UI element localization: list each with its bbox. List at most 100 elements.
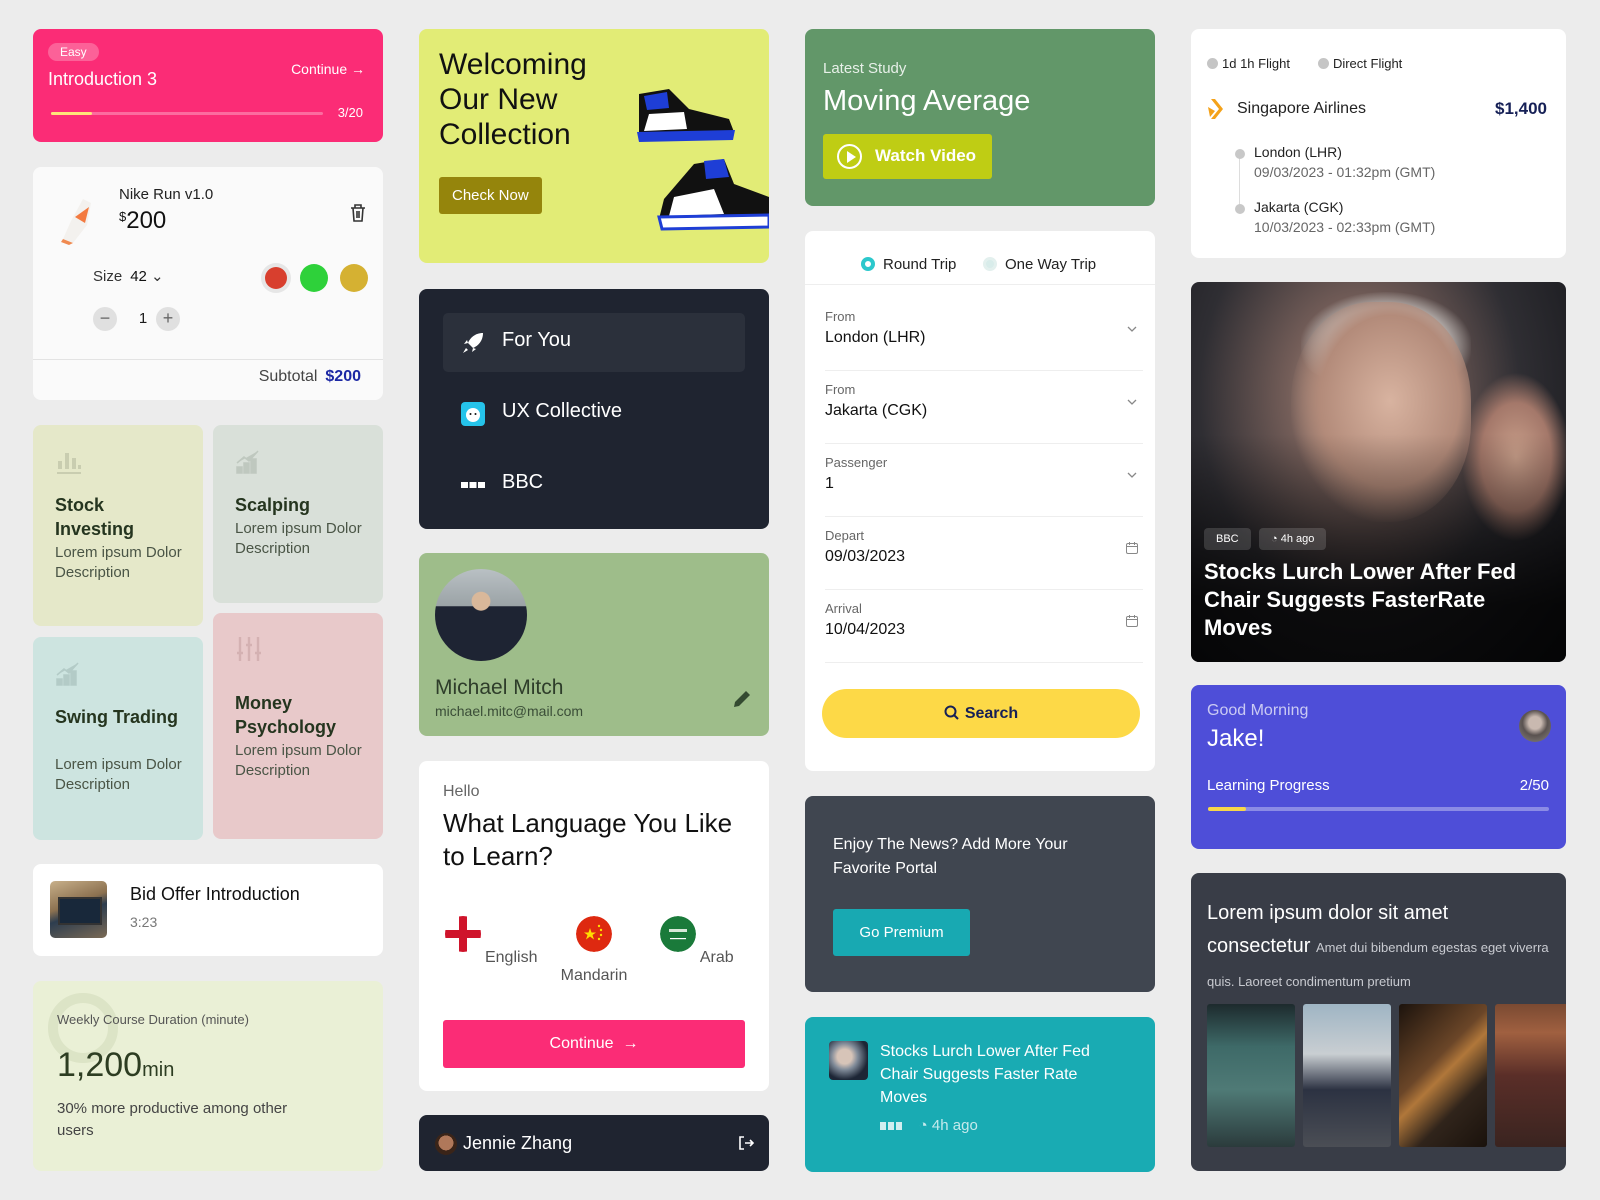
subtotal: Subtotal $200 <box>258 368 361 385</box>
collection-banner: Welcoming Our New Collection Check Now <box>419 29 769 263</box>
lesson-progress-bar <box>51 112 323 115</box>
bar-chart-icon <box>57 453 81 474</box>
check-now-button[interactable]: Check Now <box>439 177 542 214</box>
sneaker-image <box>657 159 769 231</box>
china-flag-icon <box>576 916 612 952</box>
product-name: Nike Run v1.0 <box>119 186 214 203</box>
language-question: What Language You Like to Learn? <box>443 808 733 871</box>
continue-link[interactable]: Continue → <box>291 61 365 77</box>
gallery-photo[interactable] <box>1495 1004 1566 1147</box>
video-title: Bid Offer Introduction <box>130 884 300 904</box>
language-option-mandarin[interactable]: Mandarin <box>544 916 644 985</box>
lesson-progress-card: Easy Introduction 3 Continue → 3/20 <box>33 29 383 142</box>
news-thumbnail <box>829 1041 868 1080</box>
gallery-text: Lorem ipsum dolor sit amet consectetur A… <box>1207 902 1549 989</box>
weekly-duration-card: Weekly Course Duration (minute) 1,200min… <box>33 981 383 1171</box>
portal-item-bbc[interactable]: BBC <box>443 455 745 514</box>
profile-avatar <box>435 569 527 661</box>
learning-progress-bar <box>1208 807 1549 811</box>
study-label: Latest Study <box>823 60 907 77</box>
gallery-photo[interactable] <box>1303 1004 1391 1147</box>
size-selector[interactable]: Size 42 ⌄ <box>93 267 164 285</box>
increase-quantity-button[interactable]: + <box>156 307 180 331</box>
color-swatch-red[interactable] <box>265 267 287 289</box>
flight-search-form: Round Trip One Way Trip From London (LHR)… <box>805 231 1155 771</box>
passenger-field[interactable]: Passenger 1 <box>825 445 1143 517</box>
weekly-note: 30% more productive among other users <box>57 1100 288 1139</box>
from-field[interactable]: From London (LHR) <box>825 299 1143 371</box>
clock-icon <box>1207 58 1218 69</box>
portal-item-ux-collective[interactable]: UX Collective <box>443 384 745 443</box>
radio-round-trip[interactable]: Round Trip <box>861 256 956 273</box>
decrease-quantity-button[interactable]: − <box>93 307 117 331</box>
video-duration: 3:23 <box>130 914 158 930</box>
sliders-icon <box>237 637 261 661</box>
video-lesson-item[interactable]: Bid Offer Introduction 3:23 <box>33 864 383 956</box>
bbc-logo <box>880 1122 902 1130</box>
color-swatch-yellow[interactable] <box>340 264 368 292</box>
gallery-photo[interactable] <box>1207 1004 1295 1147</box>
weekly-value: 1,200min <box>57 1046 175 1084</box>
news-portal-menu: For You UX Collective BBC <box>419 289 769 529</box>
bbc-logo <box>461 482 485 488</box>
collection-headline: Welcoming Our New Collection <box>439 48 587 151</box>
progress-count: 2/50 <box>1519 777 1549 794</box>
england-flag-icon <box>444 916 481 952</box>
sneaker-image <box>637 89 735 142</box>
premium-text: Enjoy The News? Add More Your Favorite P… <box>833 836 1068 877</box>
portal-item-for-you[interactable]: For You <box>443 313 745 372</box>
language-option-english[interactable]: English <box>441 916 541 967</box>
difficulty-badge: Easy <box>48 43 99 61</box>
news-meta: ◔ 4h ago <box>880 1117 978 1134</box>
featured-news-card[interactable]: BBC ◔ 4h ago Stocks Lurch Lower After Fe… <box>1191 282 1566 662</box>
user-avatar <box>435 1133 457 1155</box>
watch-video-button[interactable]: Watch Video <box>823 134 992 179</box>
gallery-photo[interactable] <box>1399 1004 1487 1147</box>
learning-greeting-card: Good Morning Jake! Learning Progress 2/5… <box>1191 685 1566 849</box>
salutation: Good Morning <box>1207 702 1309 719</box>
chevron-down-icon <box>1127 399 1137 405</box>
latest-study-card: Latest Study Moving Average Watch Video <box>805 29 1155 206</box>
cart-item-card: Nike Run v1.0 $200 Size 42 ⌄ − 1 + Subtot… <box>33 167 383 400</box>
radio-one-way-trip[interactable]: One Way Trip <box>983 256 1096 273</box>
edit-pencil-icon[interactable] <box>731 688 753 710</box>
user-name: Jennie Zhang <box>463 1133 573 1153</box>
topic-card-money-psychology[interactable]: Money Psychology Lorem ipsum Dolor Descr… <box>213 613 383 839</box>
chevron-down-icon <box>1127 326 1137 332</box>
topic-card-swing-trading[interactable]: Swing Trading Lorem ipsum Dolor Descript… <box>33 637 203 840</box>
depart-date-field[interactable]: Depart 09/03/2023 <box>825 518 1143 590</box>
growth-chart-icon <box>56 662 79 686</box>
growth-chart-icon <box>236 450 259 474</box>
topic-card-scalping[interactable]: Scalping Lorem ipsum Dolor Description <box>213 425 383 603</box>
product-price: $200 <box>119 207 167 234</box>
language-picker-card: Hello What Language You Like to Learn? E… <box>419 761 769 1091</box>
color-swatch-green[interactable] <box>300 264 328 292</box>
lesson-progress-fill <box>51 112 92 115</box>
learning-progress-fill <box>1208 807 1246 811</box>
study-title: Moving Average <box>823 85 1031 117</box>
saudi-flag-icon <box>660 916 697 952</box>
featured-news-title: Stocks Lurch Lower After Fed Chair Sugge… <box>1204 559 1517 640</box>
rocket-icon <box>463 333 483 353</box>
language-option-arab[interactable]: Arab <box>647 916 747 967</box>
logout-icon[interactable] <box>737 1134 755 1152</box>
arrival-date-field[interactable]: Arrival 10/04/2023 <box>825 591 1143 663</box>
to-field[interactable]: From Jakarta (CGK) <box>825 372 1143 444</box>
chevron-down-icon <box>1127 472 1137 478</box>
trash-icon[interactable] <box>349 203 367 223</box>
topic-card-stock-investing[interactable]: Stock Investing Lorem ipsum Dolor Descri… <box>33 425 203 626</box>
continue-button[interactable]: Continue → <box>443 1020 745 1068</box>
go-premium-button[interactable]: Go Premium <box>833 909 970 956</box>
video-thumbnail <box>50 881 107 938</box>
search-button[interactable]: Search <box>822 689 1140 738</box>
news-list-item[interactable]: Stocks Lurch Lower After Fed Chair Sugge… <box>805 1017 1155 1172</box>
singapore-airlines-logo <box>1208 99 1223 119</box>
sneaker-thumbnail <box>61 199 91 245</box>
progress-label: Learning Progress <box>1207 777 1330 794</box>
lesson-title: Introduction 3 <box>48 69 158 89</box>
profile-name: Michael Mitch <box>435 676 564 699</box>
source-chip: BBC <box>1204 528 1251 550</box>
user-avatar[interactable] <box>1519 710 1551 742</box>
profile-card: Michael Mitch michael.mitc@mail.com <box>419 553 769 736</box>
flight-price: $1,400 <box>1495 99 1547 118</box>
